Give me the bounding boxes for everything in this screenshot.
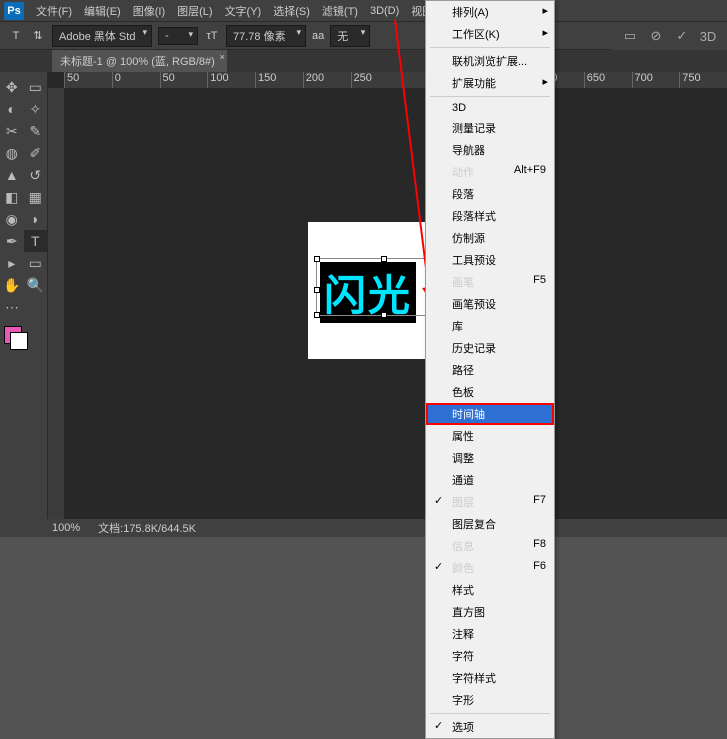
menu-item-styles[interactable]: 样式 (426, 579, 554, 601)
menu-item-workspace[interactable]: 工作区(K) (426, 23, 554, 45)
menu-item-browse-ext[interactable]: 联机浏览扩展... (426, 50, 554, 72)
dodge-tool[interactable]: ◗ (24, 208, 48, 230)
lasso-tool[interactable]: ◐ (0, 98, 24, 120)
font-family-select[interactable]: Adobe 黑体 Std (52, 25, 152, 47)
zoom-tool[interactable]: 🔍 (24, 274, 48, 296)
type-tool[interactable]: T (24, 230, 48, 252)
menu-item-notes[interactable]: 注释 (426, 623, 554, 645)
menu-item-options[interactable]: 选项 (426, 716, 554, 738)
history-brush-tool[interactable]: ↺ (24, 164, 48, 186)
pen-tool[interactable]: ✒ (0, 230, 24, 252)
menu-item-layers[interactable]: 图层F7 (426, 491, 554, 513)
app-logo: Ps (4, 2, 24, 20)
marquee-tool[interactable]: ▭ (24, 76, 48, 98)
canvas-area: 50050100150200250550600650700750 闪光 (48, 72, 727, 519)
tool-palette: ✥▭ ◐✧ ✂✎ ◍✐ ▲↺ ◧▦ ◉◗ ✒T ▸▭ ✋🔍 ⋯ (0, 72, 48, 519)
menu-type[interactable]: 文字(Y) (219, 3, 268, 19)
font-size-icon: τT (204, 28, 220, 44)
shape-tool[interactable]: ▭ (24, 252, 48, 274)
menu-edit[interactable]: 编辑(E) (78, 3, 127, 19)
eyedropper-tool[interactable]: ✎ (24, 120, 48, 142)
type-tool-icon: T (8, 28, 24, 44)
3d-icon[interactable]: 3D (699, 27, 717, 45)
menu-item-channels[interactable]: 通道 (426, 469, 554, 491)
menu-item-adjustments[interactable]: 调整 (426, 447, 554, 469)
ruler-vertical (48, 88, 64, 519)
brush-tool[interactable]: ✐ (24, 142, 48, 164)
wand-tool[interactable]: ✧ (24, 98, 48, 120)
orientation-icon[interactable]: ⇅ (30, 28, 46, 44)
menu-item-brush-presets[interactable]: 画笔预设 (426, 293, 554, 315)
menu-filter[interactable]: 滤镜(T) (316, 3, 364, 19)
menu-item-extensions[interactable]: 扩展功能 (426, 72, 554, 94)
doc-info: 文档:175.8K/644.5K (98, 520, 196, 536)
document-tabs: 未标题-1 @ 100% (蓝, RGB/8#) × (0, 50, 727, 72)
eraser-tool[interactable]: ◧ (0, 186, 24, 208)
menu-item-character[interactable]: 字符 (426, 645, 554, 667)
menu-bar: Ps 文件(F) 编辑(E) 图像(I) 图层(L) 文字(Y) 选择(S) 滤… (0, 0, 727, 22)
font-style-select[interactable]: - (158, 27, 198, 45)
crop-tool[interactable]: ✂ (0, 120, 24, 142)
menu-item-history[interactable]: 历史记录 (426, 337, 554, 359)
cancel-icon[interactable]: ⊘ (647, 27, 665, 45)
menu-item-clone-source[interactable]: 仿制源 (426, 227, 554, 249)
menu-item-library[interactable]: 库 (426, 315, 554, 337)
document-tab[interactable]: 未标题-1 @ 100% (蓝, RGB/8#) × (52, 50, 227, 72)
menu-file[interactable]: 文件(F) (30, 3, 78, 19)
background-swatch[interactable] (10, 332, 28, 350)
menu-item-brush[interactable]: 画笔F5 (426, 271, 554, 293)
menu-item-char-styles[interactable]: 字符样式 (426, 667, 554, 689)
menu-item-swatches[interactable]: 颜色F6 (426, 557, 554, 579)
ruler-horizontal: 50050100150200250550600650700750 (64, 72, 727, 88)
menu-layer[interactable]: 图层(L) (171, 3, 218, 19)
menu-item-info[interactable]: 信息F8 (426, 535, 554, 557)
menu-item-3d[interactable]: 3D (426, 99, 554, 117)
window-menu-dropdown: 排列(A) 工作区(K) 联机浏览扩展... 扩展功能 3D 测量记录 导航器 … (425, 0, 555, 739)
menu-item-paragraph-styles[interactable]: 段落样式 (426, 205, 554, 227)
menu-item-color-panel[interactable]: 色板 (426, 381, 554, 403)
heal-tool[interactable]: ◍ (0, 142, 24, 164)
stamp-tool[interactable]: ▲ (0, 164, 24, 186)
antialias-select[interactable]: 无 (330, 25, 370, 47)
status-bar: 100% 文档:175.8K/644.5K (0, 519, 727, 537)
blur-tool[interactable]: ◉ (0, 208, 24, 230)
menu-item-timeline[interactable]: 时间轴 (426, 403, 554, 425)
workspace: ✥▭ ◐✧ ✂✎ ◍✐ ▲↺ ◧▦ ◉◗ ✒T ▸▭ ✋🔍 ⋯ 50050100… (0, 72, 727, 519)
color-swatches[interactable] (4, 326, 43, 344)
aa-label: aa (312, 30, 324, 42)
menu-item-actions[interactable]: 动作Alt+F9 (426, 161, 554, 183)
menu-item-layer-comps[interactable]: 图层复合 (426, 513, 554, 535)
right-icon-bar: ▭ ⊘ ✓ 3D (611, 22, 727, 50)
menu-item-arrange[interactable]: 排列(A) (426, 1, 554, 23)
menu-image[interactable]: 图像(I) (127, 3, 171, 19)
edit-toolbar[interactable]: ⋯ (0, 296, 24, 318)
tab-title: 未标题-1 @ 100% (蓝, RGB/8#) (60, 56, 215, 68)
gradient-tool[interactable]: ▦ (24, 186, 48, 208)
menu-item-tool-presets[interactable]: 工具预设 (426, 249, 554, 271)
menu-item-glyphs[interactable]: 字形 (426, 689, 554, 711)
hand-tool[interactable]: ✋ (0, 274, 24, 296)
path-select-tool[interactable]: ▸ (0, 252, 24, 274)
menu-item-navigator[interactable]: 导航器 (426, 139, 554, 161)
menu-item-paragraph[interactable]: 段落 (426, 183, 554, 205)
font-size-select[interactable]: 77.78 像素 (226, 25, 306, 47)
menu-select[interactable]: 选择(S) (267, 3, 316, 19)
menu-item-histogram[interactable]: 直方图 (426, 601, 554, 623)
commit-icon[interactable]: ✓ (673, 27, 691, 45)
menu-3d[interactable]: 3D(D) (364, 5, 405, 17)
zoom-level[interactable]: 100% (52, 522, 80, 534)
tab-close-icon[interactable]: × (220, 52, 225, 62)
folder-icon[interactable]: ▭ (621, 27, 639, 45)
menu-item-paths[interactable]: 路径 (426, 359, 554, 381)
menu-item-measurement[interactable]: 测量记录 (426, 117, 554, 139)
menu-item-properties[interactable]: 属性 (426, 425, 554, 447)
move-tool[interactable]: ✥ (0, 76, 24, 98)
